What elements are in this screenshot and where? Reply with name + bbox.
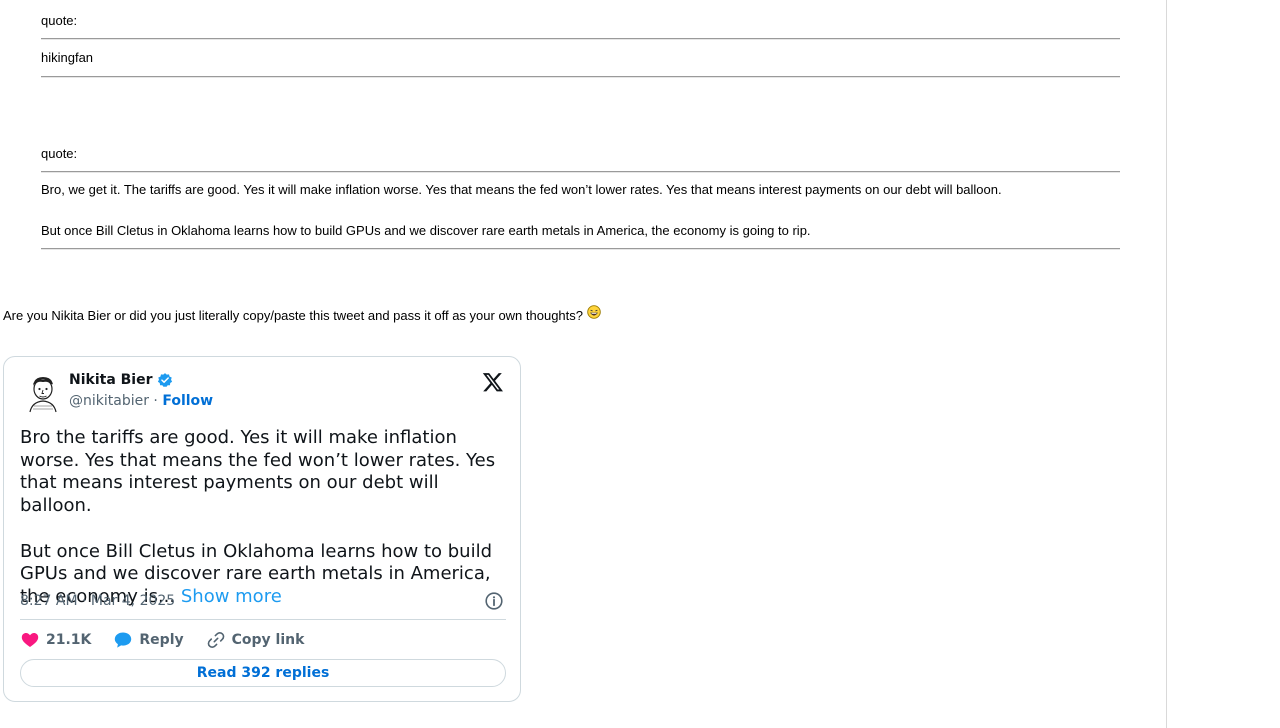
forum-page: quote: hikingfan quote: Bro, we get it. … bbox=[0, 0, 1280, 728]
quote-divider-bottom bbox=[41, 248, 1120, 250]
quote-paragraph: But once Bill Cletus in Oklahoma learns … bbox=[41, 223, 811, 238]
copy-link-button[interactable]: Copy link bbox=[206, 630, 305, 650]
tweet-handle[interactable]: @nikitabier bbox=[69, 393, 149, 409]
tweet-timestamp[interactable]: 8:27 AM · Mar 4, 2025 bbox=[20, 593, 175, 609]
quote-label: quote: bbox=[41, 13, 78, 28]
read-replies-button[interactable]: Read 392 replies bbox=[20, 659, 506, 687]
quote-block-tariffs: quote: Bro, we get it. The tariffs are g… bbox=[41, 145, 1120, 250]
tweet-author-row: Nikita Bier bbox=[69, 372, 173, 388]
quote-divider-top bbox=[41, 171, 1120, 173]
reply-bubble-icon bbox=[115, 632, 132, 648]
laughing-emoji-icon bbox=[586, 305, 601, 319]
info-icon[interactable] bbox=[484, 591, 504, 611]
quote-block-hikingfan: quote: hikingfan bbox=[41, 12, 1120, 78]
like-count: 21.1K bbox=[46, 632, 92, 648]
quote-label: quote: bbox=[41, 146, 78, 161]
quote-divider-bottom bbox=[41, 76, 1120, 78]
tweet-timestamp-row: 8:27 AM · Mar 4, 2025 bbox=[20, 591, 504, 613]
quote-divider-top bbox=[41, 38, 1120, 40]
tweet-text: Bro the tariffs are good. Yes it will ma… bbox=[20, 427, 512, 609]
like-button[interactable]: 21.1K bbox=[20, 630, 91, 650]
tweet-handle-row: @nikitabier · Follow bbox=[69, 393, 213, 409]
tweet-paragraph: Bro the tariffs are good. Yes it will ma… bbox=[20, 427, 496, 517]
tweet-actions: 21.1K Reply Copy link bbox=[20, 629, 326, 651]
heart-icon bbox=[21, 633, 39, 647]
column-divider bbox=[1166, 0, 1167, 728]
avatar[interactable] bbox=[22, 371, 64, 413]
link-icon bbox=[207, 631, 224, 649]
x-logo-icon[interactable] bbox=[482, 371, 504, 393]
quote-body: hikingfan bbox=[41, 50, 94, 65]
quote-body: Bro, we get it. The tariffs are good. Ye… bbox=[41, 181, 1120, 240]
handle-separator: · bbox=[148, 393, 163, 409]
post-message-text: Are you Nikita Bier or did you just lite… bbox=[3, 308, 584, 323]
embedded-tweet-card[interactable]: Nikita Bier @nikitabier · Follow Bro the… bbox=[3, 356, 521, 702]
quote-paragraph: Bro, we get it. The tariffs are good. Ye… bbox=[41, 182, 1002, 197]
tweet-header: Nikita Bier @nikitabier · Follow bbox=[20, 371, 506, 415]
reply-label: Reply bbox=[139, 632, 184, 648]
tweet-author-name[interactable]: Nikita Bier bbox=[69, 372, 153, 388]
tweet-divider bbox=[20, 619, 506, 620]
verified-badge-icon bbox=[157, 373, 172, 388]
post-message: Are you Nikita Bier or did you just lite… bbox=[3, 305, 601, 326]
follow-link[interactable]: Follow bbox=[162, 393, 213, 409]
reply-button[interactable]: Reply bbox=[113, 630, 184, 650]
copy-link-label: Copy link bbox=[231, 632, 305, 648]
